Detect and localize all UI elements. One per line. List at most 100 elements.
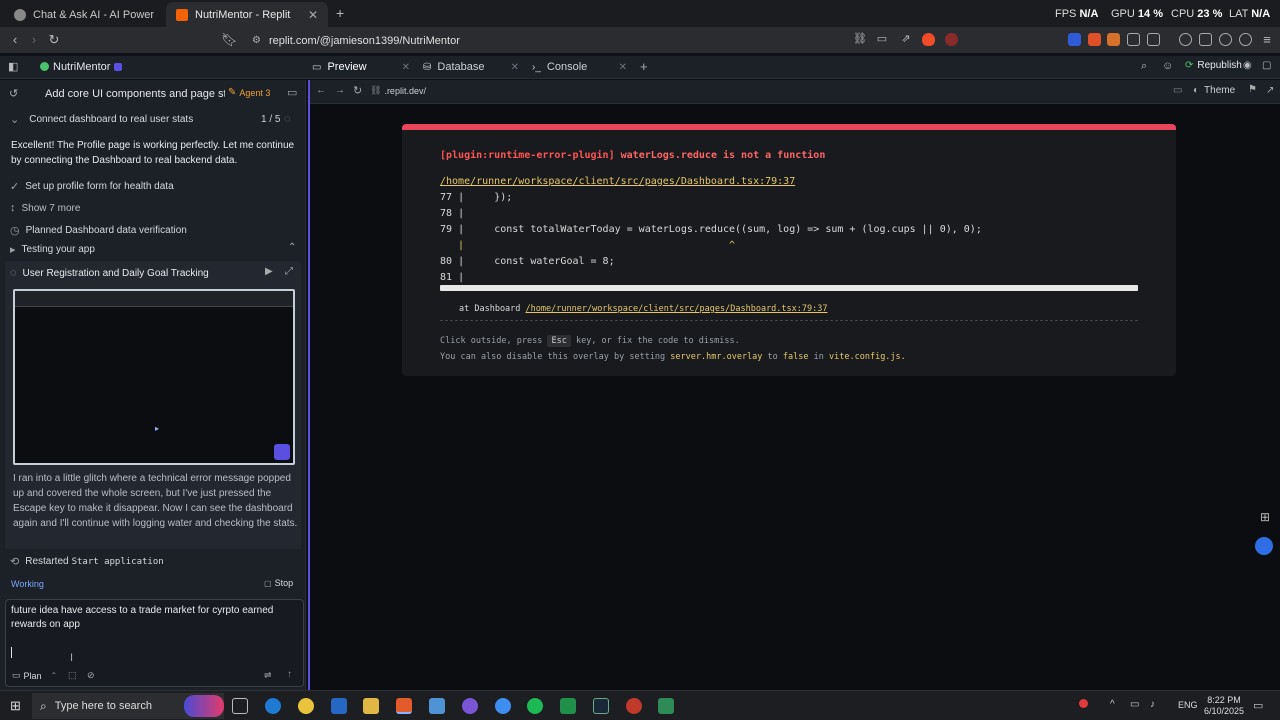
back-icon[interactable]: ‹ xyxy=(7,32,23,47)
error-file-link[interactable]: /home/runner/workspace/client/src/pages/… xyxy=(440,176,795,187)
share-icon[interactable]: ⇗ xyxy=(898,32,914,45)
chat-icon[interactable]: ▭ xyxy=(287,86,297,99)
close-console-icon[interactable]: ✕ xyxy=(619,62,627,73)
music-icon[interactable] xyxy=(1179,33,1192,46)
excel-icon[interactable] xyxy=(560,698,576,714)
expand-view-icon[interactable]: ⤢ xyxy=(285,266,293,277)
close-tab-icon[interactable]: ✕ xyxy=(308,8,318,22)
attach-icon[interactable]: ⊘ xyxy=(87,670,95,681)
language-indicator[interactable]: ENG xyxy=(1178,700,1198,710)
browser-tab-strip: Chat & Ask AI - AI Powered Chat Bot Nutr… xyxy=(0,0,1280,27)
notifications-icon[interactable]: ▭ xyxy=(1253,699,1263,712)
extension-icon[interactable]: ⛓ xyxy=(852,32,868,45)
error-overlay[interactable]: [plugin:runtime-error-plugin] waterLogs.… xyxy=(402,124,1176,376)
browser-tab-chat[interactable]: Chat & Ask AI - AI Powered Chat Bot xyxy=(4,2,164,27)
sidebar-icon[interactable] xyxy=(1147,33,1160,46)
plan-toggle[interactable]: ▭ Plan ⌃ xyxy=(12,670,57,681)
clock[interactable]: 8:22 PM 6/10/2025 xyxy=(1204,695,1244,717)
tray-chevron-icon[interactable]: ^ xyxy=(1110,699,1115,710)
app-icon[interactable] xyxy=(429,698,445,714)
menu-icon[interactable]: ≡ xyxy=(1259,32,1275,47)
file-icon[interactable]: ⬚ xyxy=(68,670,77,681)
code-scrollbar[interactable] xyxy=(440,285,1138,291)
vpn-icon[interactable] xyxy=(1239,33,1252,46)
brave-rewards-icon[interactable] xyxy=(945,33,958,46)
reload-icon[interactable]: ↻ xyxy=(46,32,62,48)
discord-icon[interactable] xyxy=(462,698,478,714)
steam-icon[interactable] xyxy=(593,698,609,714)
composer-input[interactable]: future idea have access to a trade marke… xyxy=(11,604,299,632)
history-icon[interactable]: ↺ xyxy=(9,87,18,100)
brave-icon[interactable] xyxy=(396,698,412,714)
volume-icon[interactable]: ♪ xyxy=(1150,699,1155,710)
reader-mode-icon[interactable]: ▭ xyxy=(874,32,890,45)
extension-blue-icon[interactable] xyxy=(1068,33,1081,46)
stop-button[interactable]: ▢ Stop xyxy=(264,578,293,588)
test-screenshot[interactable]: ▸ xyxy=(13,289,295,465)
assistant-bubble-icon[interactable] xyxy=(1255,537,1273,555)
send-icon[interactable]: ↑ xyxy=(287,669,292,680)
notification-icon[interactable]: ⚑ xyxy=(1248,84,1257,95)
preview-forward-icon[interactable]: → xyxy=(335,85,345,96)
preview-url[interactable]: ⛓ .replit.dev/ xyxy=(370,85,426,96)
open-new-window-icon[interactable]: ↗ xyxy=(1266,85,1274,96)
tab-database[interactable]: ⛁ Database ✕ xyxy=(423,56,519,78)
notification-badge-icon[interactable] xyxy=(1079,699,1088,708)
leo-ai-icon[interactable] xyxy=(1219,33,1232,46)
search-icon[interactable]: ⌕ xyxy=(1141,60,1147,73)
step-header[interactable]: ⌄ Connect dashboard to real user stats xyxy=(10,113,193,126)
copilot-icon[interactable] xyxy=(495,698,511,714)
sidebar-toggle-icon[interactable]: ◧ xyxy=(8,60,18,73)
edge-icon[interactable] xyxy=(265,698,281,714)
grid-icon[interactable]: ⊞ xyxy=(1260,510,1270,524)
tab-preview[interactable]: ▭ Preview ✕ xyxy=(312,56,410,78)
chart-app-icon[interactable] xyxy=(658,698,674,714)
extension-db-icon[interactable] xyxy=(1107,33,1120,46)
avatar[interactable]: ◉ xyxy=(1243,60,1252,71)
checklist-item[interactable]: ▸ Testing your app xyxy=(10,243,95,256)
new-tab-button[interactable]: + xyxy=(336,5,344,21)
brave-shields-icon[interactable] xyxy=(922,33,935,46)
panel-layout-icon[interactable]: ▢ xyxy=(1262,60,1271,71)
loading-icon: ◌ xyxy=(10,267,17,279)
chat-composer[interactable]: future idea have access to a trade marke… xyxy=(5,599,304,687)
devtools-icon[interactable]: ▭ xyxy=(1173,85,1182,96)
app-red-icon[interactable] xyxy=(626,698,642,714)
extensions-icon[interactable] xyxy=(1127,33,1140,46)
spotify-icon[interactable] xyxy=(527,698,543,714)
play-icon[interactable]: ▶ xyxy=(265,266,273,277)
show-more-button[interactable]: ↕ Show 7 more xyxy=(10,202,80,214)
task-view-icon[interactable] xyxy=(232,698,248,714)
outlook-icon[interactable] xyxy=(331,698,347,714)
stack-link[interactable]: /home/runner/workspace/client/src/pages/… xyxy=(526,304,828,314)
chrome-icon[interactable] xyxy=(298,698,314,714)
stack-trace: at Dashboard /home/runner/workspace/clie… xyxy=(459,304,828,314)
network-icon[interactable]: ▭ xyxy=(1130,699,1139,710)
project-name[interactable]: NutriMentor xyxy=(53,61,110,73)
invite-icon[interactable]: ☺ xyxy=(1162,60,1173,72)
preview-back-icon[interactable]: ← xyxy=(316,85,326,96)
theme-button[interactable]: ◐ Theme xyxy=(1193,85,1235,96)
project-status-icon xyxy=(114,63,122,71)
close-preview-icon[interactable]: ✕ xyxy=(402,62,410,73)
disable-tip: You can also disable this overlay by set… xyxy=(440,352,906,362)
extension-orange-icon[interactable] xyxy=(1088,33,1101,46)
site-info-icon[interactable]: ⚙ xyxy=(252,35,261,46)
settings-slider-icon[interactable]: ⇌ xyxy=(264,670,272,681)
wallet-icon[interactable] xyxy=(1199,33,1212,46)
close-database-icon[interactable]: ✕ xyxy=(511,62,519,73)
republish-button[interactable]: ⟳ Republish xyxy=(1185,60,1242,71)
preview-reload-icon[interactable]: ↻ xyxy=(353,84,362,97)
add-tab-icon[interactable]: + xyxy=(640,59,648,74)
file-explorer-icon[interactable] xyxy=(363,698,379,714)
search-highlight-icon xyxy=(184,695,224,717)
taskbar-search[interactable]: ⌕ Type here to search xyxy=(32,693,224,719)
windows-start-icon[interactable]: ⊞ xyxy=(10,698,21,714)
bookmark-icon[interactable]: 🔖︎ xyxy=(221,32,238,48)
chevron-up-icon[interactable]: ⌃ xyxy=(288,242,296,253)
agent-badge: ✎ Agent 3 xyxy=(228,87,271,98)
browser-tab-replit[interactable]: NutriMentor - Replit ✕ xyxy=(166,2,328,27)
tab-console[interactable]: ›_ Console ✕ xyxy=(532,56,627,78)
forward-icon[interactable]: › xyxy=(26,32,42,47)
restarted-row[interactable]: ⟲ Restarted Start application xyxy=(10,555,164,568)
